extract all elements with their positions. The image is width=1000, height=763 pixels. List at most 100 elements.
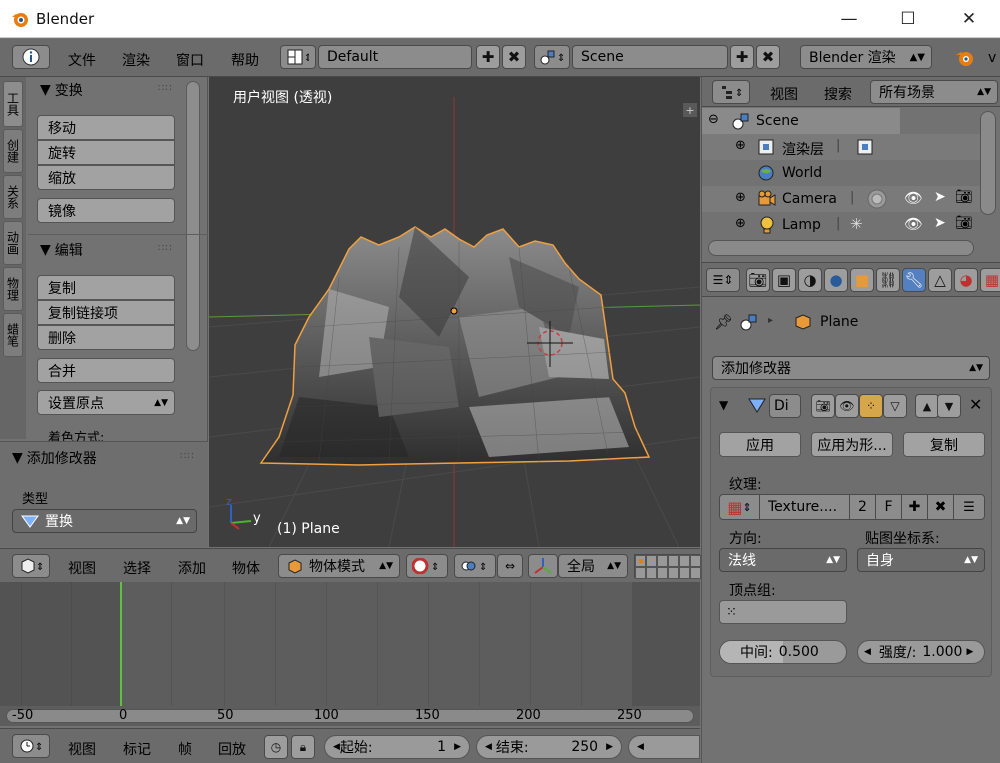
layout-name-field[interactable]: Default (318, 45, 472, 69)
delete-layout-button[interactable]: ✖ (502, 45, 526, 69)
timeline-menu-frame[interactable]: 帧 (178, 739, 192, 759)
show-render-toggle[interactable]: 📷︎ (811, 394, 835, 418)
join-button[interactable]: 合并 (37, 358, 175, 383)
panel-grip-icon[interactable]: ∷∷ (158, 243, 173, 254)
timeline-scrollbar[interactable] (6, 709, 694, 723)
timeline-area[interactable] (0, 582, 700, 706)
midlevel-slider[interactable]: 中间: 0.500 (719, 640, 847, 664)
tab-animation[interactable]: 动画 (3, 221, 23, 265)
outliner-hscrollbar[interactable] (708, 240, 974, 256)
tab-create[interactable]: 创建 (3, 129, 23, 173)
outliner-row-lamp[interactable]: ⊕ Lamp | ✳ 👁︎ ➤ 📷︎ (702, 212, 980, 238)
menu-add[interactable]: 添加 (178, 558, 206, 578)
timeline-menu-marker[interactable]: 标记 (123, 739, 151, 759)
current-frame-indicator[interactable] (120, 582, 122, 706)
layer-buttons[interactable] (634, 554, 701, 579)
copy-modifier-button[interactable]: 复制 (903, 432, 985, 457)
minimize-button[interactable]: — (826, 4, 872, 34)
tab-constraints[interactable]: ⛓︎ (876, 268, 900, 292)
layout-selector-button[interactable]: ⇕ (280, 45, 316, 69)
maximize-button[interactable]: ☐ (885, 4, 931, 34)
editor-type-info-button[interactable] (12, 45, 50, 69)
menu-render[interactable]: 渲染 (122, 50, 150, 70)
texture-settings-button[interactable]: ☰ (954, 495, 984, 519)
menu-object[interactable]: 物体 (232, 558, 260, 578)
texture-selector[interactable]: ▦ ⇕ Texture.... 2 F ✚ ✖ ☰ (719, 494, 985, 520)
move-modifier-up-button[interactable]: ▲ (915, 394, 939, 418)
outliner-row-camera[interactable]: ⊕ Camera | 👁︎ ➤ 📷︎ (702, 186, 980, 212)
show-editmode-toggle[interactable]: ⁘ (859, 394, 883, 418)
show-viewport-toggle[interactable]: 👁︎ (835, 394, 859, 418)
set-origin-select[interactable]: 设置原点 ▲▼ (37, 390, 175, 415)
modifier-type-select[interactable]: 置换 ▲▼ (12, 509, 197, 533)
visibility-eye-icon[interactable]: 👁︎ (904, 189, 923, 207)
expand-region-plus-icon[interactable]: + (683, 103, 697, 117)
scene-selector-button[interactable]: ⇕ (534, 45, 570, 69)
timeline-menu-playback[interactable]: 回放 (218, 739, 246, 759)
menu-window[interactable]: 窗口 (176, 50, 204, 70)
renderable-camera-icon[interactable]: 📷︎ (955, 189, 973, 205)
menu-select[interactable]: 选择 (123, 558, 151, 578)
editor-type-outliner-button[interactable]: ⇕ (712, 80, 750, 104)
add-layout-button[interactable]: ✚ (476, 45, 500, 69)
collapse-triangle-icon[interactable]: ▼ (719, 398, 728, 412)
translate-button[interactable]: 移动 (37, 115, 175, 140)
outliner-menu-search[interactable]: 搜索 (824, 84, 852, 104)
vertex-group-field[interactable]: ⁙ (719, 600, 847, 624)
delete-button[interactable]: 删除 (37, 325, 175, 350)
tab-physics[interactable]: 物理 (3, 267, 23, 311)
tab-scene[interactable]: ◑ (798, 268, 822, 292)
viewport-shading-button[interactable]: ⇕ (406, 554, 448, 578)
3d-viewport[interactable]: 用户视图 (透视) z y (1) Plane + (209, 77, 700, 547)
menu-help[interactable]: 帮助 (231, 50, 259, 70)
apply-button[interactable]: 应用 (719, 432, 801, 457)
timeline-menu-view[interactable]: 视图 (68, 739, 96, 759)
panel-grip-icon[interactable]: ∷∷ (158, 83, 173, 94)
edit-panel-header[interactable]: ▼ 编辑 (40, 240, 83, 260)
remove-modifier-x-icon[interactable]: ✕ (969, 395, 982, 414)
expand-icon[interactable]: ⊕ (735, 138, 746, 153)
scale-button[interactable]: 缩放 (37, 165, 175, 190)
selectable-arrow-icon[interactable]: ➤ (934, 215, 946, 231)
preview-range-button[interactable]: ◷ (264, 735, 288, 759)
tab-material[interactable]: ◕ (954, 268, 978, 292)
tab-modifiers[interactable]: 🔧︎ (902, 268, 926, 292)
outliner-row-world[interactable]: World (702, 160, 980, 186)
move-modifier-down-button[interactable]: ▼ (937, 394, 961, 418)
tab-object-data[interactable]: △ (928, 268, 952, 292)
texture-browse-button[interactable]: ▦ ⇕ (720, 495, 760, 519)
renderable-camera-icon[interactable]: 📷︎ (955, 215, 973, 231)
outliner-row-renderlayers[interactable]: ⊕ 渲染层 | (702, 134, 980, 160)
add-scene-button[interactable]: ✚ (730, 45, 754, 69)
pin-icon[interactable]: 📌︎ (714, 313, 733, 331)
texture-name-field[interactable]: Texture.... (760, 495, 850, 519)
close-window-button[interactable]: ✕ (946, 4, 992, 34)
tab-relations[interactable]: 关系 (3, 175, 23, 219)
outliner-menu-view[interactable]: 视图 (770, 84, 798, 104)
toolshelf-scrollbar[interactable] (186, 81, 200, 351)
fake-user-toggle[interactable]: F (876, 495, 902, 519)
render-engine-select[interactable]: Blender 渲染 ▲▼ (800, 45, 932, 69)
panel-grip-icon[interactable]: ∷∷ (180, 451, 195, 462)
tab-world[interactable]: ● (824, 268, 848, 292)
texture-coords-select[interactable]: 自身 ▲▼ (857, 548, 985, 572)
menu-file[interactable]: 文件 (68, 50, 96, 70)
apply-as-shape-button[interactable]: 应用为形... (811, 432, 893, 457)
transform-orientation-icon-button[interactable] (528, 554, 558, 578)
scene-name-field[interactable]: Scene (572, 45, 728, 69)
editor-type-timeline-button[interactable]: ⇕ (12, 734, 50, 758)
pivot-point-button[interactable]: ⇕ (454, 554, 496, 578)
transform-panel-header[interactable]: ▼ 变换 (40, 80, 83, 100)
duplicate-linked-button[interactable]: 复制链接项 (37, 300, 175, 325)
outliner-vscrollbar[interactable] (980, 111, 996, 215)
new-texture-button[interactable]: ✚ (902, 495, 928, 519)
mirror-button[interactable]: 镜像 (37, 198, 175, 223)
start-frame-field[interactable]: ◀ 起始: 1 ▶ (324, 735, 470, 759)
tab-grease-pencil[interactable]: 蜡笔 (3, 313, 23, 357)
show-on-cage-toggle[interactable]: ▽ (883, 394, 907, 418)
rotate-button[interactable]: 旋转 (37, 140, 175, 165)
selectable-arrow-icon[interactable]: ➤ (934, 189, 946, 205)
tab-render-layers[interactable]: ▣ (772, 268, 796, 292)
timeline-ruler[interactable]: -50 0 50 100 150 200 250 (0, 706, 700, 726)
unlink-texture-button[interactable]: ✖ (928, 495, 954, 519)
